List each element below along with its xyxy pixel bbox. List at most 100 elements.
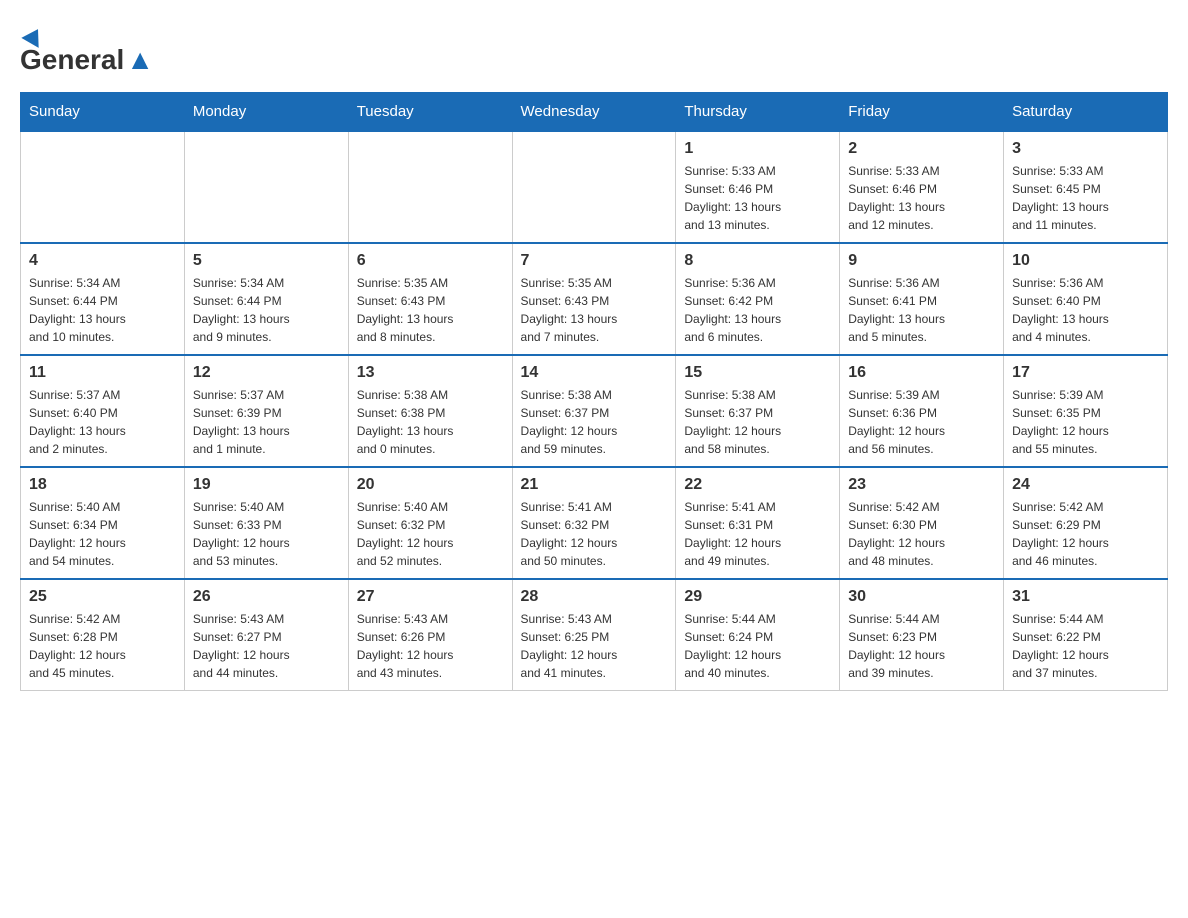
day-number: 22 [684,476,831,494]
day-number: 18 [29,476,176,494]
calendar-cell: 17 Sunrise: 5:39 AMSunset: 6:35 PMDayligh… [1004,355,1168,467]
day-info: Sunrise: 5:40 AMSunset: 6:34 PMDaylight:… [29,498,176,570]
day-info: Sunrise: 5:38 AMSunset: 6:37 PMDaylight:… [684,386,831,458]
day-number: 7 [521,252,668,270]
day-number: 3 [1012,140,1159,158]
day-info: Sunrise: 5:43 AMSunset: 6:27 PMDaylight:… [193,610,340,682]
day-number: 8 [684,252,831,270]
weekday-header: Monday [184,93,348,132]
weekday-header: Thursday [676,93,840,132]
day-info: Sunrise: 5:39 AMSunset: 6:35 PMDaylight:… [1012,386,1159,458]
day-info: Sunrise: 5:33 AMSunset: 6:46 PMDaylight:… [684,162,831,234]
day-info: Sunrise: 5:42 AMSunset: 6:29 PMDaylight:… [1012,498,1159,570]
day-number: 21 [521,476,668,494]
day-number: 12 [193,364,340,382]
day-info: Sunrise: 5:36 AMSunset: 6:42 PMDaylight:… [684,274,831,346]
calendar-cell: 2 Sunrise: 5:33 AMSunset: 6:46 PMDaylight… [840,131,1004,243]
day-info: Sunrise: 5:34 AMSunset: 6:44 PMDaylight:… [29,274,176,346]
calendar-cell: 15 Sunrise: 5:38 AMSunset: 6:37 PMDayligh… [676,355,840,467]
calendar-cell: 1 Sunrise: 5:33 AMSunset: 6:46 PMDaylight… [676,131,840,243]
day-info: Sunrise: 5:35 AMSunset: 6:43 PMDaylight:… [521,274,668,346]
calendar-cell: 14Sunrise: 5:38 AMSunset: 6:37 PMDayligh… [512,355,676,467]
day-info: Sunrise: 5:44 AMSunset: 6:22 PMDaylight:… [1012,610,1159,682]
calendar-cell [21,131,185,243]
calendar-table: SundayMondayTuesdayWednesdayThursdayFrid… [20,92,1168,691]
day-number: 6 [357,252,504,270]
calendar-cell: 5 Sunrise: 5:34 AMSunset: 6:44 PMDaylight… [184,243,348,355]
day-number: 29 [684,588,831,606]
day-info: Sunrise: 5:33 AMSunset: 6:46 PMDaylight:… [848,162,995,234]
day-number: 5 [193,252,340,270]
calendar-cell [348,131,512,243]
day-number: 2 [848,140,995,158]
calendar-cell: 13Sunrise: 5:38 AMSunset: 6:38 PMDayligh… [348,355,512,467]
calendar-cell: 10 Sunrise: 5:36 AMSunset: 6:40 PMDayligh… [1004,243,1168,355]
day-number: 23 [848,476,995,494]
day-info: Sunrise: 5:39 AMSunset: 6:36 PMDaylight:… [848,386,995,458]
day-number: 30 [848,588,995,606]
logo-general-part: General [20,44,124,75]
calendar-cell: 7 Sunrise: 5:35 AMSunset: 6:43 PMDaylight… [512,243,676,355]
day-info: Sunrise: 5:37 AMSunset: 6:40 PMDaylight:… [29,386,176,458]
day-number: 19 [193,476,340,494]
calendar-cell: 21 Sunrise: 5:41 AMSunset: 6:32 PMDayligh… [512,467,676,579]
day-number: 4 [29,252,176,270]
day-info: Sunrise: 5:34 AMSunset: 6:44 PMDaylight:… [193,274,340,346]
day-info: Sunrise: 5:35 AMSunset: 6:43 PMDaylight:… [357,274,504,346]
day-number: 14 [521,364,668,382]
calendar-cell: 16 Sunrise: 5:39 AMSunset: 6:36 PMDayligh… [840,355,1004,467]
day-number: 9 [848,252,995,270]
calendar-cell: 22Sunrise: 5:41 AMSunset: 6:31 PMDayligh… [676,467,840,579]
day-number: 10 [1012,252,1159,270]
weekday-header: Tuesday [348,93,512,132]
day-number: 15 [684,364,831,382]
day-info: Sunrise: 5:42 AMSunset: 6:28 PMDaylight:… [29,610,176,682]
day-number: 28 [521,588,668,606]
day-info: Sunrise: 5:41 AMSunset: 6:32 PMDaylight:… [521,498,668,570]
day-info: Sunrise: 5:33 AMSunset: 6:45 PMDaylight:… [1012,162,1159,234]
day-number: 11 [29,364,176,382]
calendar-cell: 4 Sunrise: 5:34 AMSunset: 6:44 PMDaylight… [21,243,185,355]
calendar-week-row: 1 Sunrise: 5:33 AMSunset: 6:46 PMDaylight… [21,131,1168,243]
calendar-cell: 11 Sunrise: 5:37 AMSunset: 6:40 PMDayligh… [21,355,185,467]
day-number: 16 [848,364,995,382]
calendar-cell: 29Sunrise: 5:44 AMSunset: 6:24 PMDayligh… [676,579,840,691]
calendar-cell [184,131,348,243]
page-header: General▲ [20,20,1168,72]
day-info: Sunrise: 5:37 AMSunset: 6:39 PMDaylight:… [193,386,340,458]
calendar-cell: 25 Sunrise: 5:42 AMSunset: 6:28 PMDayligh… [21,579,185,691]
calendar-cell: 31 Sunrise: 5:44 AMSunset: 6:22 PMDayligh… [1004,579,1168,691]
day-info: Sunrise: 5:36 AMSunset: 6:41 PMDaylight:… [848,274,995,346]
calendar-cell: 19 Sunrise: 5:40 AMSunset: 6:33 PMDayligh… [184,467,348,579]
day-info: Sunrise: 5:40 AMSunset: 6:33 PMDaylight:… [193,498,340,570]
day-info: Sunrise: 5:38 AMSunset: 6:38 PMDaylight:… [357,386,504,458]
day-number: 31 [1012,588,1159,606]
day-number: 20 [357,476,504,494]
logo-triangle-shape: ▲ [126,44,154,75]
weekday-header-row: SundayMondayTuesdayWednesdayThursdayFrid… [21,93,1168,132]
calendar-cell [512,131,676,243]
calendar-cell: 18 Sunrise: 5:40 AMSunset: 6:34 PMDayligh… [21,467,185,579]
calendar-cell: 23 Sunrise: 5:42 AMSunset: 6:30 PMDayligh… [840,467,1004,579]
calendar-week-row: 11 Sunrise: 5:37 AMSunset: 6:40 PMDayligh… [21,355,1168,467]
weekday-header: Wednesday [512,93,676,132]
day-info: Sunrise: 5:44 AMSunset: 6:23 PMDaylight:… [848,610,995,682]
calendar-week-row: 25 Sunrise: 5:42 AMSunset: 6:28 PMDayligh… [21,579,1168,691]
day-number: 24 [1012,476,1159,494]
calendar-cell: 26Sunrise: 5:43 AMSunset: 6:27 PMDayligh… [184,579,348,691]
day-number: 17 [1012,364,1159,382]
calendar-cell: 30 Sunrise: 5:44 AMSunset: 6:23 PMDayligh… [840,579,1004,691]
day-number: 1 [684,140,831,158]
day-number: 27 [357,588,504,606]
day-info: Sunrise: 5:42 AMSunset: 6:30 PMDaylight:… [848,498,995,570]
calendar-cell: 24 Sunrise: 5:42 AMSunset: 6:29 PMDayligh… [1004,467,1168,579]
day-number: 25 [29,588,176,606]
weekday-header: Friday [840,93,1004,132]
calendar-cell: 6 Sunrise: 5:35 AMSunset: 6:43 PMDaylight… [348,243,512,355]
weekday-header: Saturday [1004,93,1168,132]
calendar-week-row: 4 Sunrise: 5:34 AMSunset: 6:44 PMDaylight… [21,243,1168,355]
weekday-header: Sunday [21,93,185,132]
calendar-cell: 27Sunrise: 5:43 AMSunset: 6:26 PMDayligh… [348,579,512,691]
day-info: Sunrise: 5:36 AMSunset: 6:40 PMDaylight:… [1012,274,1159,346]
day-info: Sunrise: 5:40 AMSunset: 6:32 PMDaylight:… [357,498,504,570]
